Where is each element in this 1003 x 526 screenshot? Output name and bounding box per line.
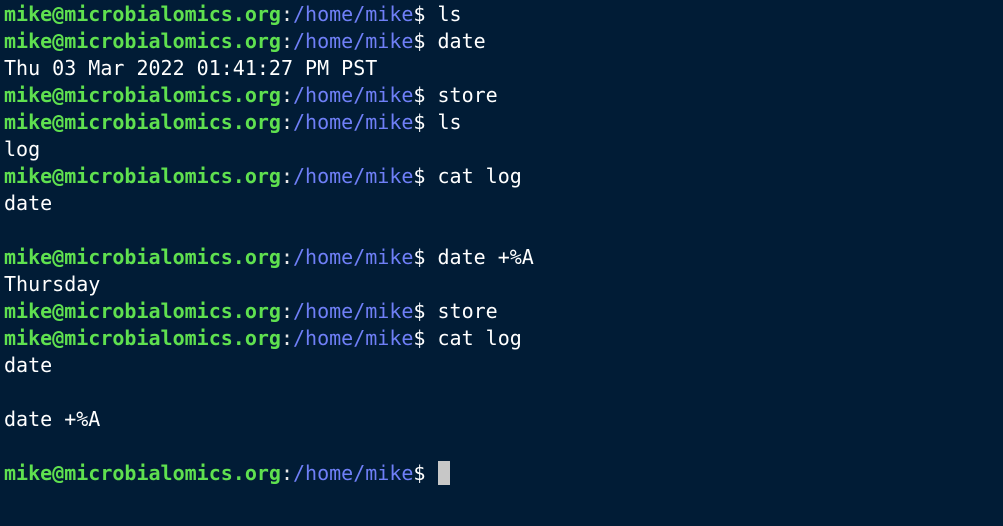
text-cursor <box>437 461 450 485</box>
prompt-user-host: mike@microbialomics.org <box>4 164 281 188</box>
output-line: date <box>4 191 53 215</box>
prompt-user-host: mike@microbialomics.org <box>4 2 281 26</box>
terminal-window[interactable]: mike@microbialomics.org:/home/mike$ ls m… <box>0 0 1003 526</box>
output-line: date <box>4 353 53 377</box>
prompt-user-host: mike@microbialomics.org <box>4 245 281 269</box>
terminal-line: mike@microbialomics.org:/home/mike$ date <box>4 28 1003 55</box>
terminal-line: mike@microbialomics.org:/home/mike$ stor… <box>4 298 1003 325</box>
prompt-colon: : <box>280 2 293 26</box>
prompt-user-host: mike@microbialomics.org <box>4 461 281 485</box>
prompt-user-host: mike@microbialomics.org <box>4 83 281 107</box>
prompt-symbol: $ <box>413 29 426 53</box>
prompt-colon: : <box>280 245 293 269</box>
terminal-line: mike@microbialomics.org:/home/mike$ cat … <box>4 163 1003 190</box>
command-input[interactable] <box>425 461 437 485</box>
prompt-path: /home/mike <box>293 83 414 107</box>
command-text: date +%A <box>425 245 534 269</box>
prompt-user-host: mike@microbialomics.org <box>4 299 281 323</box>
terminal-line: mike@microbialomics.org:/home/mike$ cat … <box>4 325 1003 352</box>
prompt-path: /home/mike <box>293 29 414 53</box>
terminal-line: mike@microbialomics.org:/home/mike$ ls <box>4 1 1003 28</box>
terminal-line: mike@microbialomics.org:/home/mike$ stor… <box>4 82 1003 109</box>
prompt-path: /home/mike <box>293 2 414 26</box>
prompt-path: /home/mike <box>293 461 414 485</box>
terminal-line: mike@microbialomics.org:/home/mike$ date… <box>4 244 1003 271</box>
prompt-path: /home/mike <box>293 110 414 134</box>
prompt-colon: : <box>280 164 293 188</box>
output-line: log <box>4 137 41 161</box>
output-line: date +%A <box>4 407 101 431</box>
prompt-user-host: mike@microbialomics.org <box>4 29 281 53</box>
prompt-colon: : <box>280 110 293 134</box>
prompt-colon: : <box>280 29 293 53</box>
prompt-symbol: $ <box>413 299 426 323</box>
prompt-user-host: mike@microbialomics.org <box>4 110 281 134</box>
output-line: Thursday <box>4 272 101 296</box>
prompt-symbol: $ <box>413 326 426 350</box>
active-prompt-line[interactable]: mike@microbialomics.org:/home/mike$ <box>4 460 1003 487</box>
prompt-symbol: $ <box>413 461 426 485</box>
terminal-line: mike@microbialomics.org:/home/mike$ ls <box>4 109 1003 136</box>
prompt-colon: : <box>280 83 293 107</box>
prompt-colon: : <box>280 326 293 350</box>
prompt-path: /home/mike <box>293 164 414 188</box>
command-text: store <box>425 299 498 323</box>
command-text: date <box>425 29 486 53</box>
command-text: ls <box>425 2 462 26</box>
command-text: store <box>425 83 498 107</box>
prompt-symbol: $ <box>413 2 426 26</box>
prompt-path: /home/mike <box>293 299 414 323</box>
command-text: cat log <box>425 164 522 188</box>
prompt-colon: : <box>280 299 293 323</box>
prompt-symbol: $ <box>413 245 426 269</box>
output-line: Thu 03 Mar 2022 01:41:27 PM PST <box>4 56 378 80</box>
command-text: cat log <box>425 326 522 350</box>
command-text: ls <box>425 110 462 134</box>
prompt-symbol: $ <box>413 83 426 107</box>
prompt-path: /home/mike <box>293 245 414 269</box>
prompt-symbol: $ <box>413 164 426 188</box>
prompt-symbol: $ <box>413 110 426 134</box>
prompt-path: /home/mike <box>293 326 414 350</box>
prompt-colon: : <box>280 461 293 485</box>
prompt-user-host: mike@microbialomics.org <box>4 326 281 350</box>
